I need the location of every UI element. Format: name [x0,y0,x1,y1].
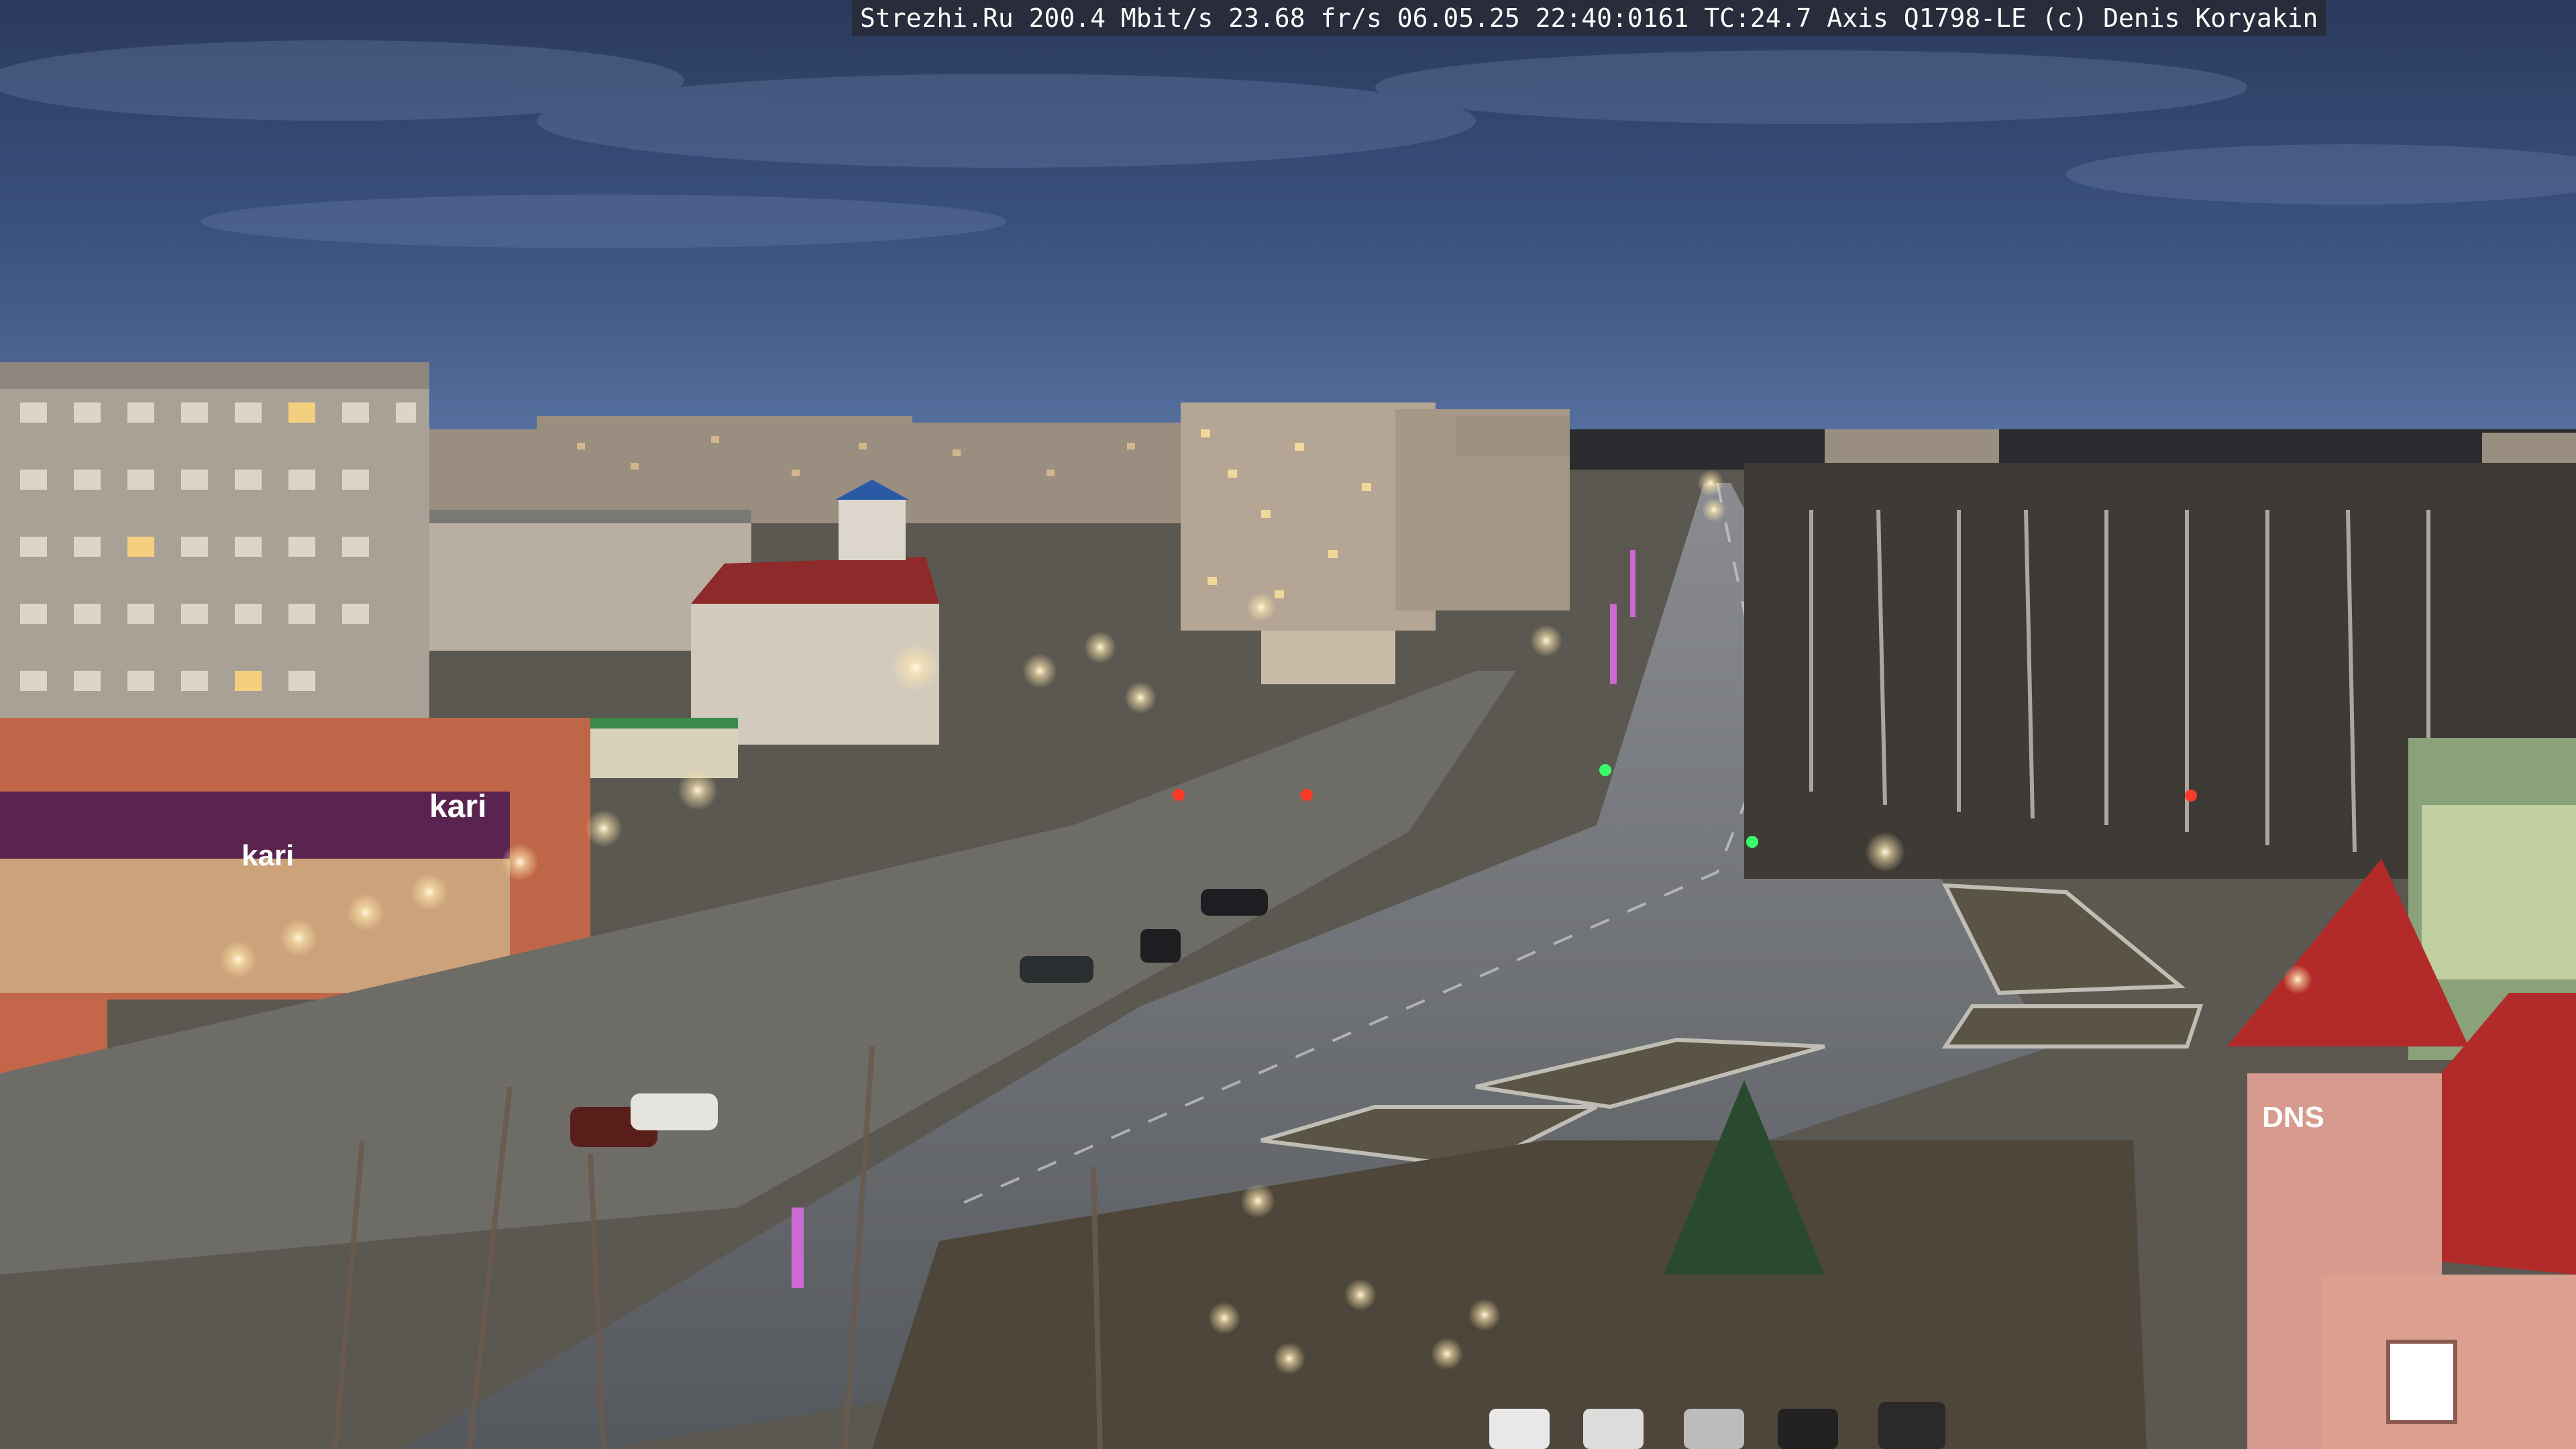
central-tall-building [1181,402,1570,631]
store-sign-kari-2: kari [241,839,294,872]
kiosk [590,724,738,778]
street-scene: kari kari DNS [0,0,2576,1449]
store-sign-kari-1: kari [429,789,486,824]
camera-info-overlay: Strezhi.Ru 200.4 Mbit/s 23.68 fr/s 06.05… [852,0,2326,36]
left-apartment-block [0,362,429,778]
pavilion [1261,631,1395,684]
store-sign-dns: DNS [2262,1101,2324,1134]
